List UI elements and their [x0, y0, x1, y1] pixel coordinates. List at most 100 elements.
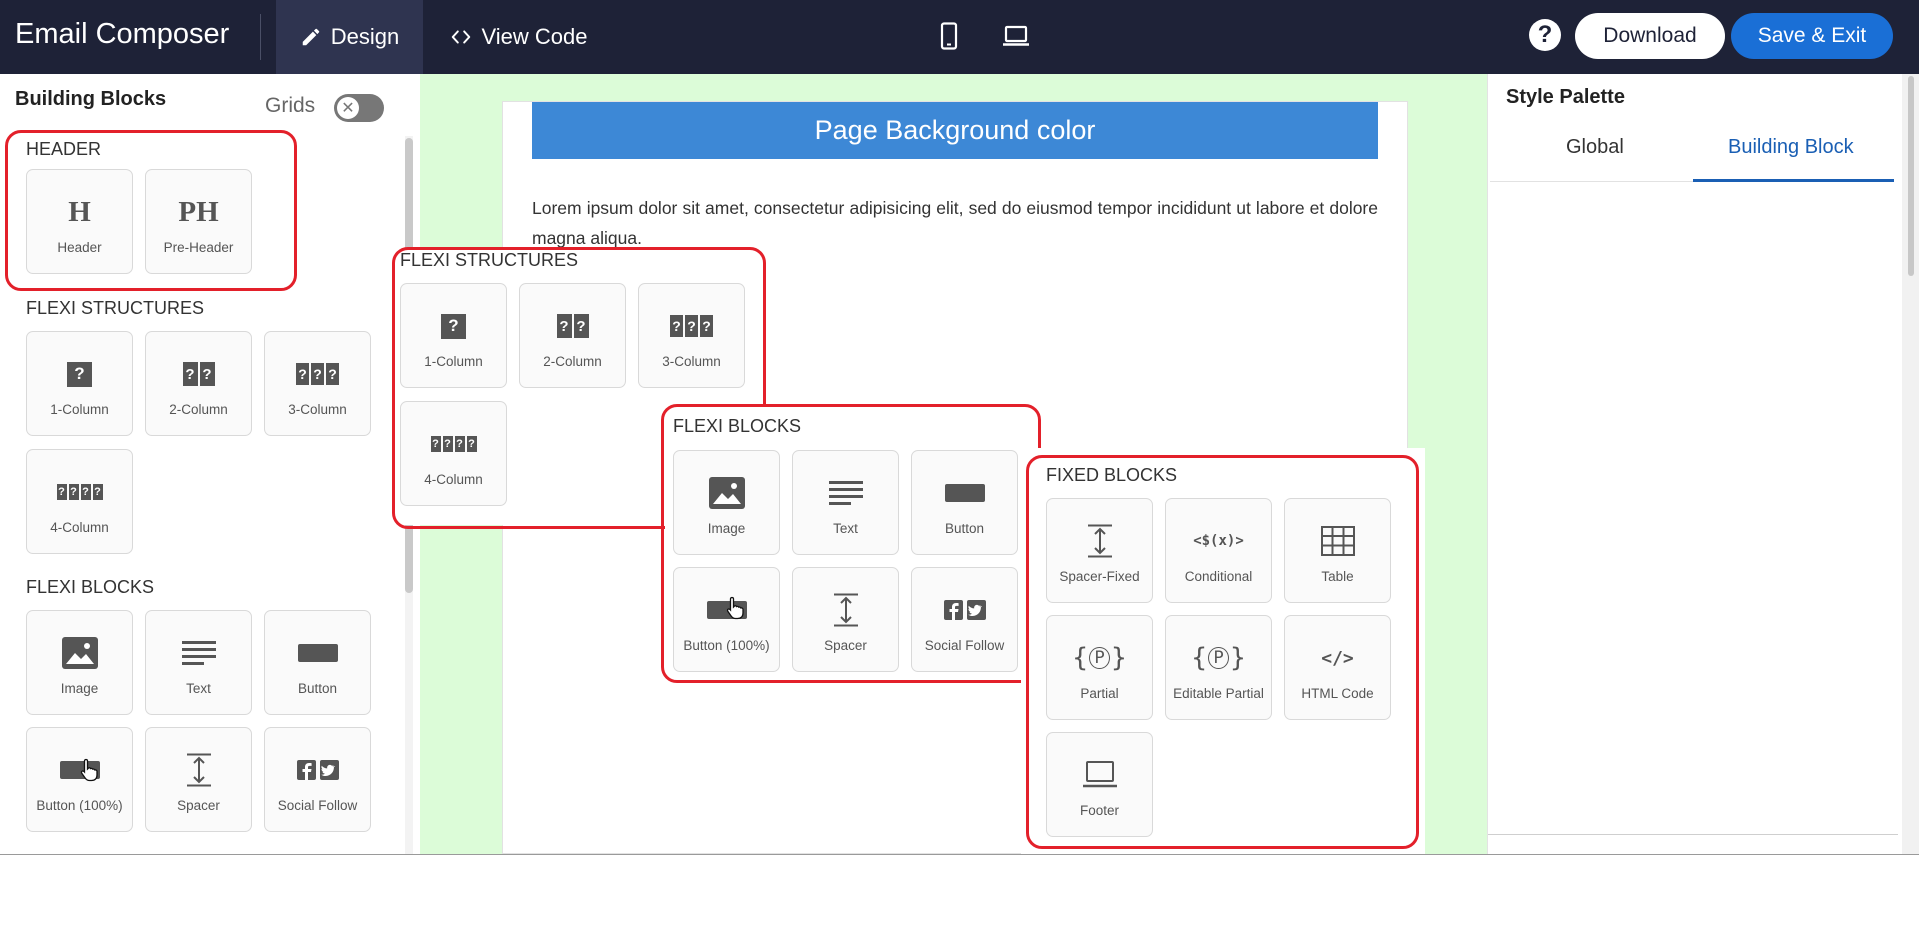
tile-label: Table — [1321, 569, 1354, 584]
popup-tile-spacer[interactable]: Spacer — [792, 567, 899, 672]
one-column-icon: ? — [27, 354, 132, 394]
popup-tile-partial[interactable]: {P} Partial — [1046, 615, 1153, 720]
tile-spacer[interactable]: Spacer — [145, 727, 252, 832]
popup-structures-heading: FLEXI STRUCTURES — [400, 250, 579, 270]
tile-label: 3-Column — [288, 402, 347, 417]
tile-label: Image — [707, 521, 746, 536]
tile-label: 3-Column — [662, 354, 721, 369]
partial-icon: {P} — [1071, 643, 1128, 673]
tile-pre-header[interactable]: PH Pre-Header — [145, 169, 252, 274]
tile-label: Button (100%) — [683, 638, 770, 653]
mobile-preview-icon[interactable] — [939, 22, 959, 50]
app-title: Email Composer — [15, 18, 230, 50]
tile-label: Partial — [1080, 686, 1119, 701]
tile-2-column[interactable]: ?? 2-Column — [145, 331, 252, 436]
lorem-text-block[interactable]: Lorem ipsum dolor sit amet, consectetur … — [532, 193, 1378, 253]
tab-building-block[interactable]: Building Block — [1728, 136, 1854, 159]
code-icon — [451, 30, 470, 44]
popup-tile-4-column[interactable]: ???? 4-Column — [400, 401, 507, 506]
conditional-icon: <$(x)> — [1193, 533, 1244, 549]
popup-fixed-heading: FIXED BLOCKS — [1046, 465, 1178, 485]
tile-text[interactable]: Text — [145, 610, 252, 715]
help-icon[interactable]: ? — [1529, 19, 1561, 51]
tile-button[interactable]: Button — [264, 610, 371, 715]
tab-view-code[interactable]: View Code — [438, 0, 598, 74]
style-panel-bottom-divider — [1488, 834, 1898, 835]
four-column-icon: ???? — [430, 436, 477, 452]
two-column-icon: ?? — [520, 306, 625, 346]
right-scroll-thumb[interactable] — [1908, 76, 1914, 276]
tile-label: 1-Column — [50, 402, 109, 417]
tile-1-column[interactable]: ? 1-Column — [26, 331, 133, 436]
desktop-preview-icon[interactable] — [1002, 25, 1030, 47]
image-icon — [61, 637, 98, 669]
popup-tile-footer[interactable]: Footer — [1046, 732, 1153, 837]
tile-label: Spacer — [177, 798, 220, 813]
download-button[interactable]: Download — [1575, 13, 1725, 59]
pencil-icon — [302, 28, 319, 46]
popup-tile-html-code[interactable]: </> HTML Code — [1284, 615, 1391, 720]
popup-tile-editable-partial[interactable]: {P} Editable Partial — [1165, 615, 1272, 720]
tile-label: HTML Code — [1301, 686, 1374, 701]
tile-social-follow[interactable]: Social Follow — [264, 727, 371, 832]
three-column-icon: ??? — [265, 354, 370, 394]
tile-label: Pre-Header — [163, 240, 234, 255]
two-column-icon: ?? — [146, 354, 251, 394]
tile-label: 1-Column — [424, 354, 483, 369]
text-lines-icon — [181, 641, 216, 665]
popup-tile-1-column[interactable]: ? 1-Column — [400, 283, 507, 388]
tile-label: Button — [944, 521, 985, 536]
spacer-icon — [186, 753, 211, 787]
page-background-banner[interactable]: Page Background color — [532, 102, 1378, 159]
popup-tile-social-follow[interactable]: Social Follow — [911, 567, 1018, 672]
active-tab-indicator — [1693, 179, 1894, 182]
html-code-icon: </> — [1321, 647, 1354, 669]
blocks-section-heading: FLEXI BLOCKS — [26, 577, 155, 597]
popup-tile-image[interactable]: Image — [673, 450, 780, 555]
tab-global[interactable]: Global — [1566, 136, 1624, 159]
save-exit-button[interactable]: Save & Exit — [1731, 13, 1893, 59]
viewport-bottom-edge — [0, 854, 1919, 855]
popup-tile-table[interactable]: Table — [1284, 498, 1391, 603]
popup-tile-conditional[interactable]: <$(x)> Conditional — [1165, 498, 1272, 603]
tab-design-label: Design — [330, 24, 400, 49]
popup-tile-button[interactable]: Button — [911, 450, 1018, 555]
tile-label: Spacer — [824, 638, 867, 653]
tab-design[interactable]: Design — [276, 0, 423, 74]
tile-label: Text — [186, 681, 211, 696]
tile-label: Editable Partial — [1173, 686, 1264, 701]
one-column-icon: ? — [401, 306, 506, 346]
tile-label: Button (100%) — [36, 798, 123, 813]
spacer-fixed-icon — [1087, 524, 1112, 558]
grids-toggle[interactable]: ✕ — [334, 94, 384, 122]
tab-view-code-label: View Code — [481, 24, 588, 49]
popup-tile-text[interactable]: Text — [792, 450, 899, 555]
popup-tile-spacer-fixed[interactable]: Spacer-Fixed — [1046, 498, 1153, 603]
tile-label: Conditional — [1184, 569, 1253, 584]
tile-4-column[interactable]: ???? 4-Column — [26, 449, 133, 554]
popup-tile-3-column[interactable]: ??? 3-Column — [638, 283, 745, 388]
footer-laptop-icon — [1082, 761, 1117, 788]
hand-cursor-icon — [726, 596, 744, 620]
tile-label: Social Follow — [924, 638, 1005, 653]
tile-header[interactable]: H Header — [26, 169, 133, 274]
social-icons — [296, 760, 339, 780]
tile-label: 2-Column — [169, 402, 228, 417]
four-column-icon: ???? — [56, 484, 103, 500]
topbar-divider — [260, 14, 261, 60]
social-icons — [943, 600, 986, 620]
sidebar-title: Building Blocks — [15, 88, 167, 110]
tile-label: 4-Column — [50, 520, 109, 535]
spacer-icon — [833, 593, 858, 627]
top-bar: Email Composer Design View Code ? Downlo… — [0, 0, 1919, 74]
grids-label: Grids — [265, 94, 316, 117]
tile-image[interactable]: Image — [26, 610, 133, 715]
tile-label: Button — [297, 681, 338, 696]
tile-3-column[interactable]: ??? 3-Column — [264, 331, 371, 436]
tile-label: Social Follow — [277, 798, 358, 813]
popup-tile-2-column[interactable]: ?? 2-Column — [519, 283, 626, 388]
pre-header-glyph-icon: PH — [178, 195, 219, 228]
tile-label: Spacer-Fixed — [1059, 569, 1140, 584]
toggle-off-icon: ✕ — [337, 97, 359, 119]
button-shape-icon — [297, 644, 338, 662]
